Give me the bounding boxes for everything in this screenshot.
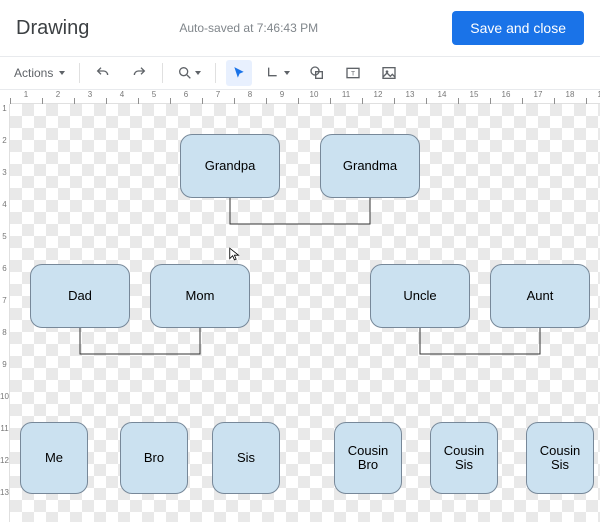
ruler-tick-label: 9 xyxy=(0,360,9,392)
ruler-tick-label: 8 xyxy=(234,90,266,99)
node-uncle[interactable]: Uncle xyxy=(370,264,470,328)
ruler-tick-label: 7 xyxy=(0,296,9,328)
node-label: Me xyxy=(45,451,63,465)
ruler-tick-label: 16 xyxy=(490,90,522,99)
node-mom[interactable]: Mom xyxy=(150,264,250,328)
ruler-tick-label: 13 xyxy=(394,90,426,99)
ruler-horizontal: 12345678910111213141516171819 xyxy=(10,90,600,104)
canvas[interactable]: Grandpa Grandma Dad Mom Uncle Aunt Me Br… xyxy=(10,104,600,522)
ruler-tick-label: 17 xyxy=(522,90,554,99)
undo-button[interactable] xyxy=(90,60,116,86)
ruler-tick-label: 5 xyxy=(0,232,9,264)
node-cousin-bro[interactable]: Cousin Bro xyxy=(334,422,402,494)
caret-down-icon xyxy=(195,71,201,75)
ruler-tick-label: 18 xyxy=(554,90,586,99)
node-label: Cousin Sis xyxy=(437,444,491,473)
caret-down-icon xyxy=(284,71,290,75)
node-label: Cousin Bro xyxy=(341,444,395,473)
ruler-tick-label: 13 xyxy=(0,488,9,520)
ruler-tick-label: 9 xyxy=(266,90,298,99)
shape-tool-button[interactable] xyxy=(304,60,330,86)
ruler-tick-label: 15 xyxy=(458,90,490,99)
ruler-tick-label: 10 xyxy=(298,90,330,99)
node-label: Bro xyxy=(144,451,164,465)
separator xyxy=(79,63,80,83)
ruler-tick-label: 4 xyxy=(106,90,138,99)
node-label: Grandpa xyxy=(205,159,256,173)
mouse-cursor-icon xyxy=(228,244,242,264)
select-tool-button[interactable] xyxy=(226,60,252,86)
ruler-tick-label: 7 xyxy=(202,90,234,99)
zoom-button[interactable] xyxy=(173,60,205,86)
separator xyxy=(215,63,216,83)
actions-menu-button[interactable]: Actions xyxy=(10,60,69,86)
node-label: Grandma xyxy=(343,159,397,173)
toolbar: Actions T xyxy=(0,56,600,90)
actions-label: Actions xyxy=(14,66,53,80)
node-grandma[interactable]: Grandma xyxy=(320,134,420,198)
ruler-tick-label: 3 xyxy=(74,90,106,99)
ruler-tick-label: 10 xyxy=(0,392,9,424)
zoom-icon xyxy=(177,65,193,81)
node-label: Mom xyxy=(186,289,215,303)
ruler-tick-label: 2 xyxy=(0,136,9,168)
ruler-tick-label: 6 xyxy=(0,264,9,296)
redo-icon xyxy=(131,65,147,81)
node-label: Dad xyxy=(68,289,92,303)
node-sis[interactable]: Sis xyxy=(212,422,280,494)
textbox-tool-button[interactable]: T xyxy=(340,60,366,86)
node-grandpa[interactable]: Grandpa xyxy=(180,134,280,198)
node-label: Sis xyxy=(237,451,255,465)
shape-icon xyxy=(309,65,325,81)
node-label: Aunt xyxy=(527,289,554,303)
ruler-tick-label: 5 xyxy=(138,90,170,99)
node-label: Uncle xyxy=(403,289,436,303)
node-aunt[interactable]: Aunt xyxy=(490,264,590,328)
caret-down-icon xyxy=(59,71,65,75)
ruler-tick-label: 11 xyxy=(330,90,362,99)
svg-text:T: T xyxy=(351,71,355,78)
ruler-tick-label: 3 xyxy=(0,168,9,200)
ruler-tick-label: 2 xyxy=(42,90,74,99)
ruler-tick-label: 12 xyxy=(0,456,9,488)
node-dad[interactable]: Dad xyxy=(30,264,130,328)
node-me[interactable]: Me xyxy=(20,422,88,494)
workspace: 12345678910111213141516171819 1234567891… xyxy=(0,90,600,522)
ruler-tick-label: 12 xyxy=(362,90,394,99)
connector-uncle-aunt xyxy=(370,324,590,364)
ruler-vertical: 12345678910111213 xyxy=(0,104,10,522)
ruler-tick-label: 8 xyxy=(0,328,9,360)
node-bro[interactable]: Bro xyxy=(120,422,188,494)
connector-dad-mom xyxy=(30,324,250,364)
save-and-close-button[interactable]: Save and close xyxy=(452,11,584,45)
ruler-tick-label: 6 xyxy=(170,90,202,99)
autosave-status: Auto-saved at 7:46:43 PM xyxy=(179,21,318,35)
node-cousin-sis-1[interactable]: Cousin Sis xyxy=(430,422,498,494)
ruler-tick-label: 4 xyxy=(0,200,9,232)
dialog-header: Drawing Auto-saved at 7:46:43 PM Save an… xyxy=(0,0,600,56)
separator xyxy=(162,63,163,83)
ruler-tick-label: 1 xyxy=(0,104,9,136)
ruler-tick-label: 11 xyxy=(0,424,9,456)
image-tool-button[interactable] xyxy=(376,60,402,86)
connector-grandparents xyxy=(180,194,420,234)
redo-button[interactable] xyxy=(126,60,152,86)
ruler-tick-label: 14 xyxy=(426,90,458,99)
line-icon xyxy=(266,65,282,81)
dialog-title: Drawing xyxy=(16,17,89,40)
node-label: Cousin Sis xyxy=(533,444,587,473)
textbox-icon: T xyxy=(345,65,361,81)
ruler-tick-label: 19 xyxy=(586,90,600,99)
line-tool-button[interactable] xyxy=(262,60,294,86)
undo-icon xyxy=(95,65,111,81)
image-icon xyxy=(381,65,397,81)
node-cousin-sis-2[interactable]: Cousin Sis xyxy=(526,422,594,494)
ruler-tick-label: 1 xyxy=(10,90,42,99)
cursor-icon xyxy=(232,66,246,80)
